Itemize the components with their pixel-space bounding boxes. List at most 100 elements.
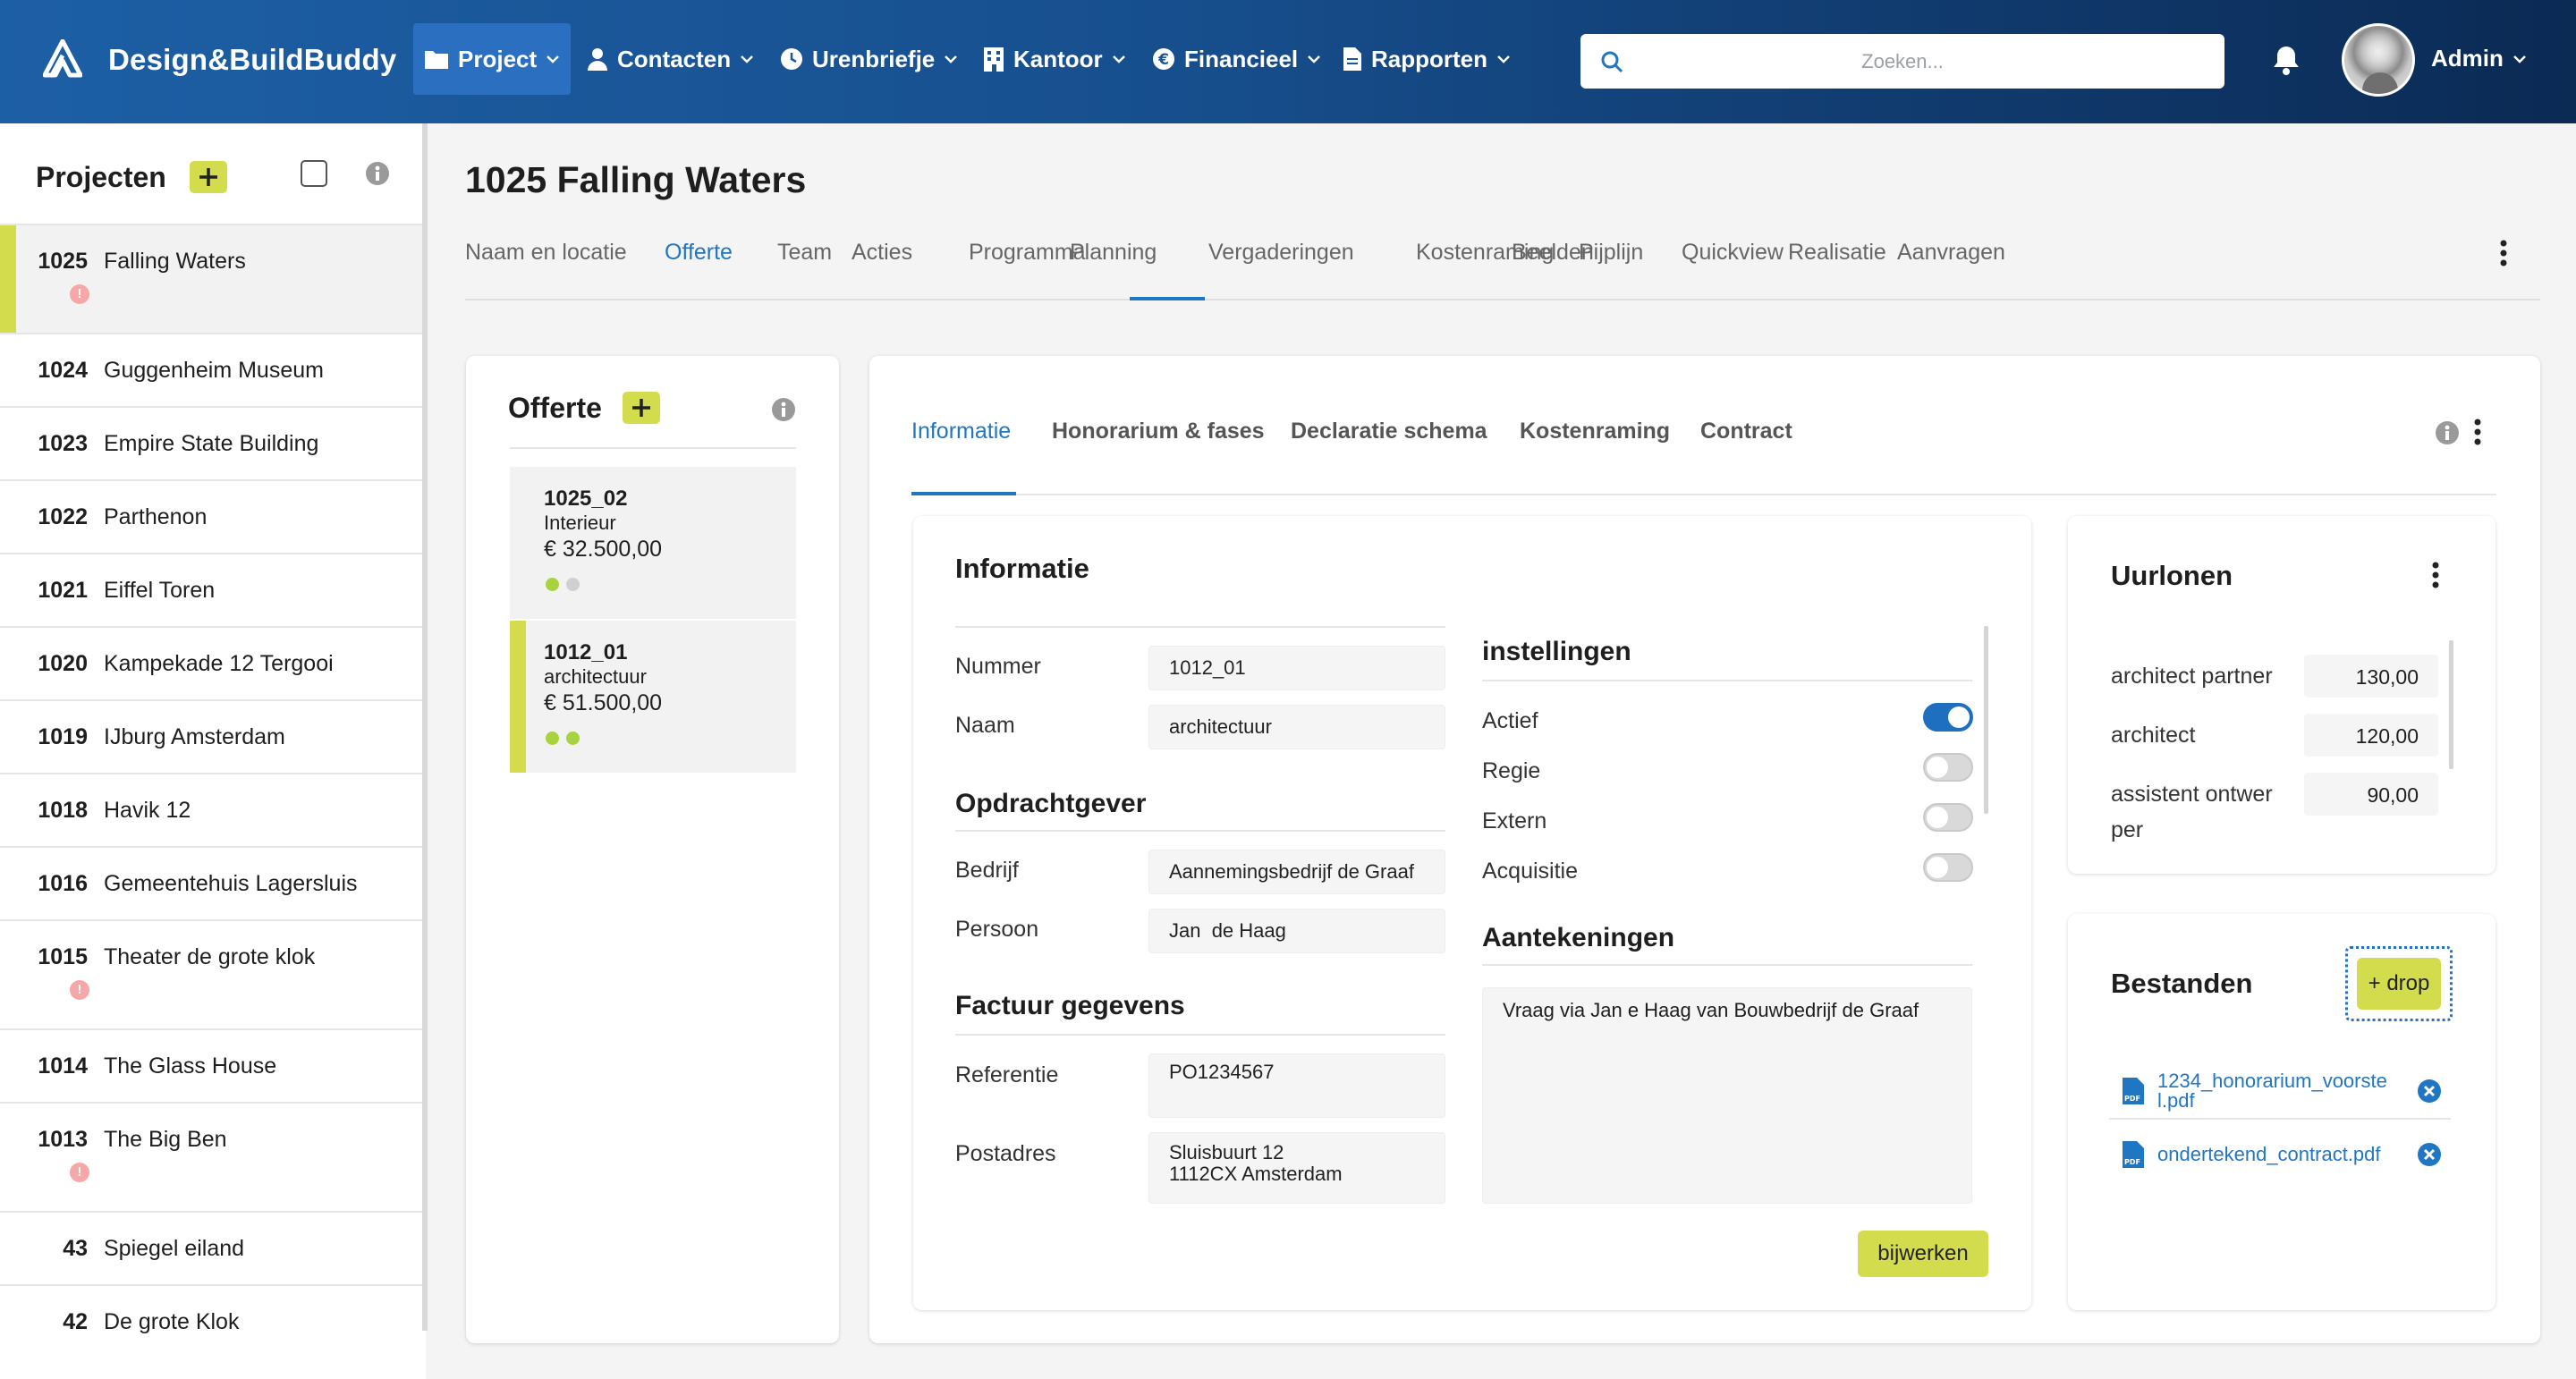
aantekeningen-textarea[interactable]: Vraag via Jan e Haag van Bouwbedrijf de … xyxy=(1482,987,1972,1204)
project-list-item[interactable]: 1014 The Glass House xyxy=(0,1028,426,1102)
rate-role: assistent ontwer per xyxy=(2111,782,2273,842)
more-vertical-icon[interactable] xyxy=(2431,562,2440,588)
offerte-card-selected[interactable]: 1012_01 architectuur € 51.500,00 xyxy=(510,621,796,773)
tab-aanvragen[interactable]: Aanvragen xyxy=(1897,240,2005,266)
rate-value-field[interactable]: 90,00 xyxy=(2304,773,2438,816)
bedrijf-field[interactable]: Aannemingsbedrijf de Graaf xyxy=(1148,850,1445,894)
divider xyxy=(955,830,1445,832)
tab-realisatie[interactable]: Realisatie xyxy=(1788,240,1886,266)
offerte-type: architectuur xyxy=(544,665,647,688)
app-title[interactable]: Design&BuildBuddy xyxy=(108,43,396,77)
project-name: Falling Waters xyxy=(104,249,246,274)
sidebar-scrollbar[interactable] xyxy=(422,123,428,1331)
project-list-item[interactable]: 1019 IJburg Amsterdam xyxy=(0,699,426,773)
drop-zone[interactable]: + drop xyxy=(2345,946,2453,1021)
avatar[interactable] xyxy=(2342,23,2415,97)
tab-pijplijn[interactable]: Pijplijn xyxy=(1579,240,1643,266)
remove-file-icon[interactable] xyxy=(2417,1142,2442,1167)
regie-toggle[interactable] xyxy=(1923,753,1973,782)
divider xyxy=(955,626,1445,628)
nummer-field[interactable]: 1012_01 xyxy=(1148,646,1445,690)
logo-icon[interactable] xyxy=(43,39,82,79)
bell-icon[interactable] xyxy=(2272,45,2301,75)
tab-quickview[interactable]: Quickview xyxy=(1682,240,1784,266)
info-icon[interactable] xyxy=(365,161,390,186)
user-menu[interactable]: Admin xyxy=(2431,45,2527,72)
search-placeholder: Zoeken... xyxy=(1861,50,1944,72)
uurlonen-scrollbar[interactable] xyxy=(2449,640,2453,769)
project-list-item[interactable]: 1020 Kampekade 12 Tergooi xyxy=(0,626,426,699)
drop-button[interactable]: + drop xyxy=(2357,958,2441,1010)
nav-rapporten[interactable]: Rapporten xyxy=(1332,23,1521,95)
project-number: 1021 xyxy=(38,578,88,603)
subtab-kostenraming[interactable]: Kostenraming xyxy=(1520,419,1670,444)
chevron-down-icon xyxy=(1308,55,1321,63)
nav-kantoor[interactable]: Kantoor xyxy=(972,23,1137,95)
select-all-checkbox[interactable] xyxy=(301,160,327,187)
tab-naam-en-locatie[interactable]: Naam en locatie xyxy=(465,240,627,266)
file-name[interactable]: ondertekend_contract.pdf xyxy=(2157,1145,2417,1164)
project-list-item[interactable]: 1018 Havik 12 xyxy=(0,773,426,846)
extern-toggle[interactable] xyxy=(1923,803,1973,832)
actief-toggle[interactable] xyxy=(1923,703,1973,732)
chevron-down-icon xyxy=(1112,55,1125,63)
info-icon[interactable] xyxy=(2435,420,2460,445)
project-list-item[interactable]: 42 De grote Klok xyxy=(0,1284,426,1358)
project-list-item[interactable]: 1024 Guggenheim Museum xyxy=(0,333,426,406)
more-vertical-icon[interactable] xyxy=(2473,419,2482,445)
naam-field[interactable]: architectuur xyxy=(1148,705,1445,749)
nav-urenbriefje[interactable]: Urenbriefje xyxy=(769,23,969,95)
tab-offerte[interactable]: Offerte xyxy=(665,240,733,266)
referentie-field[interactable]: PO1234567 xyxy=(1148,1053,1445,1118)
subtab-informatie[interactable]: Informatie xyxy=(911,419,1011,444)
offerte-title: Offerte xyxy=(508,392,602,424)
project-name: The Glass House xyxy=(104,1053,277,1079)
postadres-field[interactable]: Sluisbuurt 12 1112CX Amsterdam xyxy=(1148,1132,1445,1204)
offerte-card[interactable]: 1025_02 Interieur € 32.500,00 xyxy=(510,467,796,619)
user-name: Admin xyxy=(2431,45,2504,72)
rate-value-field[interactable]: 130,00 xyxy=(2304,655,2438,698)
file-name[interactable]: 1234_honorarium_voorste l.pdf xyxy=(2157,1071,2417,1111)
nav-financieel[interactable]: € Financieel xyxy=(1141,23,1332,95)
project-list-item[interactable]: 1015 Theater de grote klok! xyxy=(0,919,426,1028)
project-list-item[interactable]: 1021 Eiffel Toren xyxy=(0,553,426,626)
persoon-field[interactable]: Jan de Haag xyxy=(1148,909,1445,953)
uurlonen-title: Uurlonen xyxy=(2111,560,2233,591)
project-list-item[interactable]: 1016 Gemeentehuis Lagersluis xyxy=(0,846,426,919)
subtab-declaratie-schema[interactable]: Declaratie schema xyxy=(1291,419,1487,444)
project-name: Empire State Building xyxy=(104,431,319,456)
file-item[interactable]: PDF 1234_honorarium_voorste l.pdf xyxy=(2109,1064,2451,1120)
tab-vergaderingen[interactable]: Vergaderingen xyxy=(1208,240,1354,266)
instellingen-scrollbar[interactable] xyxy=(1984,626,1988,814)
nav-kantoor-label: Kantoor xyxy=(1013,45,1103,72)
project-list-item[interactable]: 1025 Falling Waters! xyxy=(0,224,426,333)
project-list-item[interactable]: 1013 The Big Ben! xyxy=(0,1102,426,1211)
subtab-honorarium-fases[interactable]: Honorarium & fases xyxy=(1052,419,1265,444)
bijwerken-button[interactable]: bijwerken xyxy=(1858,1231,1988,1277)
tab-team[interactable]: Team xyxy=(777,240,832,266)
nav-project-label: Project xyxy=(458,45,538,72)
subtab-contract[interactable]: Contract xyxy=(1700,419,1792,444)
tab-planning[interactable]: Planning xyxy=(1070,240,1157,266)
project-list-item[interactable]: 43 Spiegel eiland xyxy=(0,1211,426,1284)
file-item[interactable]: PDF ondertekend_contract.pdf xyxy=(2109,1127,2451,1182)
nav-contacten-label: Contacten xyxy=(617,45,732,72)
rate-value-field[interactable]: 120,00 xyxy=(2304,714,2438,757)
tab-acties[interactable]: Acties xyxy=(852,240,912,266)
add-offerte-button[interactable] xyxy=(623,392,660,424)
remove-file-icon[interactable] xyxy=(2417,1079,2442,1104)
info-icon[interactable] xyxy=(771,397,796,422)
nav-contacten[interactable]: Contacten xyxy=(576,23,765,95)
document-icon xyxy=(1343,47,1361,71)
acquisitie-toggle[interactable] xyxy=(1923,853,1973,882)
project-name: Havik 12 xyxy=(104,798,191,823)
add-project-button[interactable] xyxy=(190,161,227,193)
more-vertical-icon[interactable] xyxy=(2499,240,2508,266)
nav-project[interactable]: Project xyxy=(413,23,572,95)
project-list-item[interactable]: 1023 Empire State Building xyxy=(0,406,426,479)
offerte-amount: € 51.500,00 xyxy=(544,690,663,715)
nav-urenbriefje-label: Urenbriefje xyxy=(812,45,936,72)
tab-programma[interactable]: Programma xyxy=(969,240,1086,266)
search-input[interactable]: Zoeken... xyxy=(1580,34,2224,89)
project-list-item[interactable]: 1022 Parthenon xyxy=(0,479,426,553)
